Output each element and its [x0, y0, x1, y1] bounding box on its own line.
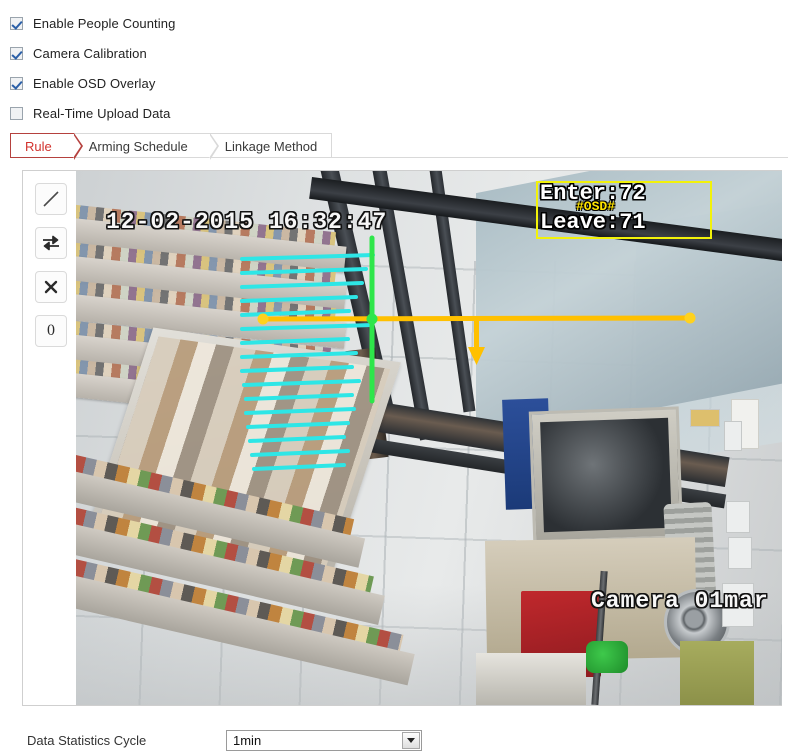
real-time-upload-data-label: Real-Time Upload Data	[33, 105, 171, 121]
enable-people-counting-checkbox[interactable]	[10, 16, 23, 30]
bidirectional-arrows-icon	[43, 235, 59, 251]
crt-monitor	[528, 406, 684, 544]
data-statistics-cycle-select[interactable]: 1min	[226, 729, 422, 751]
tab-rule[interactable]: Rule	[10, 133, 83, 160]
tab-linkage-method[interactable]: Linkage Method	[209, 133, 333, 158]
diagonal-line-icon	[43, 191, 59, 207]
tab-bar: Rule Arming Schedule Linkage Method	[10, 133, 788, 160]
printer	[476, 653, 586, 705]
line-counter-button[interactable]: 0	[35, 315, 67, 347]
data-statistics-cycle-value: 1min	[233, 732, 262, 748]
osd-camera-name: Camera 01mar	[591, 588, 769, 614]
line-counter-label: 0	[47, 322, 55, 339]
tab-arming-schedule-label: Arming Schedule	[88, 139, 188, 154]
live-view-image[interactable]: 12-02-2015 16:32:47 Camera 01mar Enter:7…	[76, 171, 782, 705]
drawing-toolbar: 0	[23, 171, 76, 705]
osd-tag-label: #OSD#	[576, 199, 616, 214]
enable-osd-overlay-checkbox[interactable]	[10, 76, 23, 90]
green-object	[586, 641, 628, 673]
tab-arming-schedule[interactable]: Arming Schedule	[73, 133, 219, 160]
osd-datetime: 12-02-2015 16:32:47	[106, 209, 388, 235]
data-statistics-cycle-row: Data Statistics Cycle 1min	[0, 726, 788, 754]
option-row-camera-calibration[interactable]: Camera Calibration	[10, 38, 788, 68]
monitor-screen	[540, 417, 672, 533]
delete-line-button[interactable]	[35, 271, 67, 303]
camera-calibration-label: Camera Calibration	[33, 45, 147, 61]
option-row-enable-osd-overlay[interactable]: Enable OSD Overlay	[10, 68, 788, 98]
cctv-scene	[76, 171, 782, 705]
cross-icon	[44, 280, 58, 294]
swap-direction-button[interactable]	[35, 227, 67, 259]
option-row-enable-people-counting[interactable]: Enable People Counting	[10, 8, 788, 38]
enable-people-counting-label: Enable People Counting	[33, 15, 176, 31]
wall-fixture	[690, 409, 720, 427]
options-group: Enable People Counting Camera Calibratio…	[0, 0, 788, 128]
light-switch	[726, 501, 750, 533]
chevron-down-icon[interactable]	[402, 731, 420, 749]
tab-bar-divider	[10, 157, 788, 158]
wall-fixture	[724, 421, 742, 451]
light-switch	[728, 537, 752, 569]
tab-chevron-inner-icon	[208, 134, 217, 158]
tab-linkage-method-label: Linkage Method	[224, 139, 318, 154]
data-statistics-cycle-label: Data Statistics Cycle	[27, 732, 147, 748]
tab-chevron-inner-icon	[72, 134, 81, 158]
tab-rule-label: Rule	[25, 139, 52, 154]
draw-line-button[interactable]	[35, 183, 67, 215]
option-row-real-time-upload-data[interactable]: Real-Time Upload Data	[10, 98, 788, 128]
live-view-panel: 0 12-02-2015 16:32:47 Camera 01mar Enter…	[22, 170, 782, 706]
camera-calibration-checkbox[interactable]	[10, 46, 23, 60]
real-time-upload-data-checkbox[interactable]	[10, 106, 23, 120]
olive-box	[680, 641, 754, 705]
enable-osd-overlay-label: Enable OSD Overlay	[33, 75, 156, 91]
